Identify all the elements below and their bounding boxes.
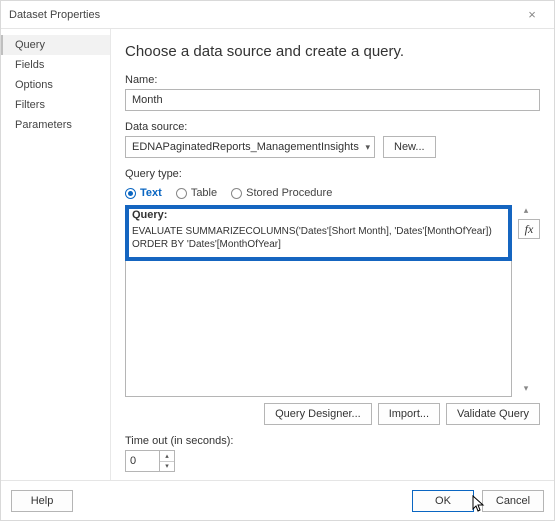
scroll-up-icon[interactable]: ▴	[518, 205, 534, 219]
query-buttons-row: Query Designer... Import... Validate Que…	[125, 403, 540, 425]
sidebar-item-label: Parameters	[15, 119, 72, 131]
query-textbox[interactable]: Query: EVALUATE SUMMARIZECOLUMNS('Dates'…	[125, 205, 512, 397]
query-label: Query:	[132, 209, 167, 221]
title-bar: Dataset Properties ×	[1, 1, 554, 29]
sidebar-item-fields[interactable]: Fields	[1, 55, 110, 75]
sidebar-item-label: Fields	[15, 59, 44, 71]
cancel-button[interactable]: Cancel	[482, 490, 544, 512]
fx-button[interactable]: fx	[518, 219, 540, 239]
sidebar-item-query[interactable]: Query	[1, 35, 110, 55]
stepper-buttons: ▴ ▾	[159, 451, 174, 471]
sidebar-item-parameters[interactable]: Parameters	[1, 115, 110, 135]
query-type-text-radio[interactable]: Text	[125, 187, 162, 199]
name-value: Month	[132, 94, 163, 106]
ok-button[interactable]: OK	[412, 490, 474, 512]
stepper-up-icon[interactable]: ▴	[160, 451, 174, 462]
query-type-label: Query type:	[125, 168, 540, 180]
data-source-label: Data source:	[125, 121, 540, 133]
sidebar-item-filters[interactable]: Filters	[1, 95, 110, 115]
close-icon[interactable]: ×	[518, 7, 546, 22]
sidebar-item-label: Options	[15, 79, 53, 91]
main-panel: Choose a data source and create a query.…	[111, 29, 554, 480]
timeout-label: Time out (in seconds):	[125, 435, 540, 447]
query-type-table-radio[interactable]: Table	[176, 187, 217, 199]
sidebar-item-options[interactable]: Options	[1, 75, 110, 95]
data-source-dropdown[interactable]: EDNAPaginatedReports_ManagementInsights …	[125, 136, 375, 158]
sidebar: Query Fields Options Filters Parameters	[1, 29, 111, 480]
query-type-sp-radio[interactable]: Stored Procedure	[231, 187, 332, 199]
stepper-down-icon[interactable]: ▾	[160, 462, 174, 472]
name-input[interactable]: Month	[125, 89, 540, 111]
query-type-group: Text Table Stored Procedure	[125, 187, 540, 199]
dialog-footer: Help OK Cancel	[1, 480, 554, 520]
radio-label: Text	[140, 187, 162, 199]
radio-dot-icon	[231, 188, 242, 199]
dialog-body: Query Fields Options Filters Parameters …	[1, 29, 554, 480]
scroll-down-icon[interactable]: ▾	[518, 383, 534, 397]
radio-label: Table	[191, 187, 217, 199]
sidebar-item-label: Query	[15, 39, 45, 51]
query-text: EVALUATE SUMMARIZECOLUMNS('Dates'[Short …	[132, 226, 505, 251]
window-title: Dataset Properties	[9, 9, 100, 21]
chevron-down-icon: ▾	[365, 142, 370, 153]
sidebar-item-label: Filters	[15, 99, 45, 111]
name-label: Name:	[125, 74, 540, 86]
validate-query-button[interactable]: Validate Query	[446, 403, 540, 425]
help-button[interactable]: Help	[11, 490, 73, 512]
query-side-controls: ▴ fx ▾	[518, 205, 540, 397]
radio-dot-icon	[125, 188, 136, 199]
timeout-stepper[interactable]: 0 ▴ ▾	[125, 450, 175, 472]
query-area: Query: EVALUATE SUMMARIZECOLUMNS('Dates'…	[125, 205, 540, 397]
radio-label: Stored Procedure	[246, 187, 332, 199]
import-button[interactable]: Import...	[378, 403, 440, 425]
dialog-window: Dataset Properties × Query Fields Option…	[0, 0, 555, 521]
new-data-source-button[interactable]: New...	[383, 136, 436, 158]
data-source-value: EDNAPaginatedReports_ManagementInsights	[132, 141, 359, 153]
radio-dot-icon	[176, 188, 187, 199]
timeout-value: 0	[126, 451, 159, 471]
query-designer-button[interactable]: Query Designer...	[264, 403, 372, 425]
page-heading: Choose a data source and create a query.	[125, 43, 540, 60]
